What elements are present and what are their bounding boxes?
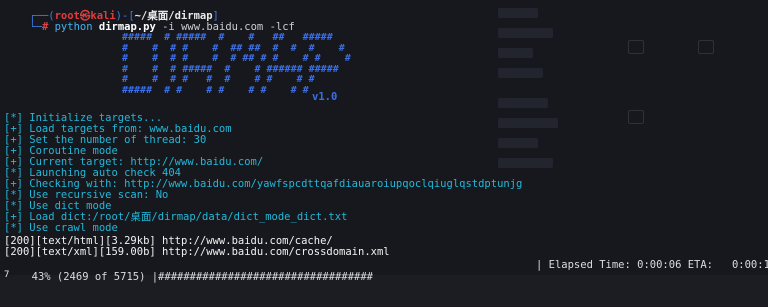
progress-bar: 43% (2469 of 5715) |####################… <box>0 259 768 283</box>
command-python: python <box>54 21 93 33</box>
prompt-second-prefix: └─ <box>29 21 42 33</box>
dirmap-banner: ##### # ##### # # ## ##### # # # # # ## … <box>122 32 351 96</box>
log-line: [*] Use crawl mode <box>4 222 118 234</box>
banner-version: v1.0 <box>312 91 338 103</box>
prompt-line: ┌──(root㉿kali)-[~/桌面/dirmap] <box>4 0 219 22</box>
terminal-window[interactable]: ┌──(root㉿kali)-[~/桌面/dirmap] └─# python … <box>0 0 768 283</box>
cursor: 7 <box>4 270 10 280</box>
elapsed-time: | Elapsed Time: 0:00:06 ETA: 0:00:10^ <box>536 259 768 271</box>
result-line: [200][text/xml][159.00b] http://www.baid… <box>4 246 390 258</box>
prompt-hash: # <box>41 21 49 33</box>
progress-text: 43% (2469 of 5715) |####################… <box>25 271 373 283</box>
desktop-background <box>498 0 768 200</box>
command-line[interactable]: └─# python dirmap.py -i www.baidu.com -l… <box>4 11 295 33</box>
